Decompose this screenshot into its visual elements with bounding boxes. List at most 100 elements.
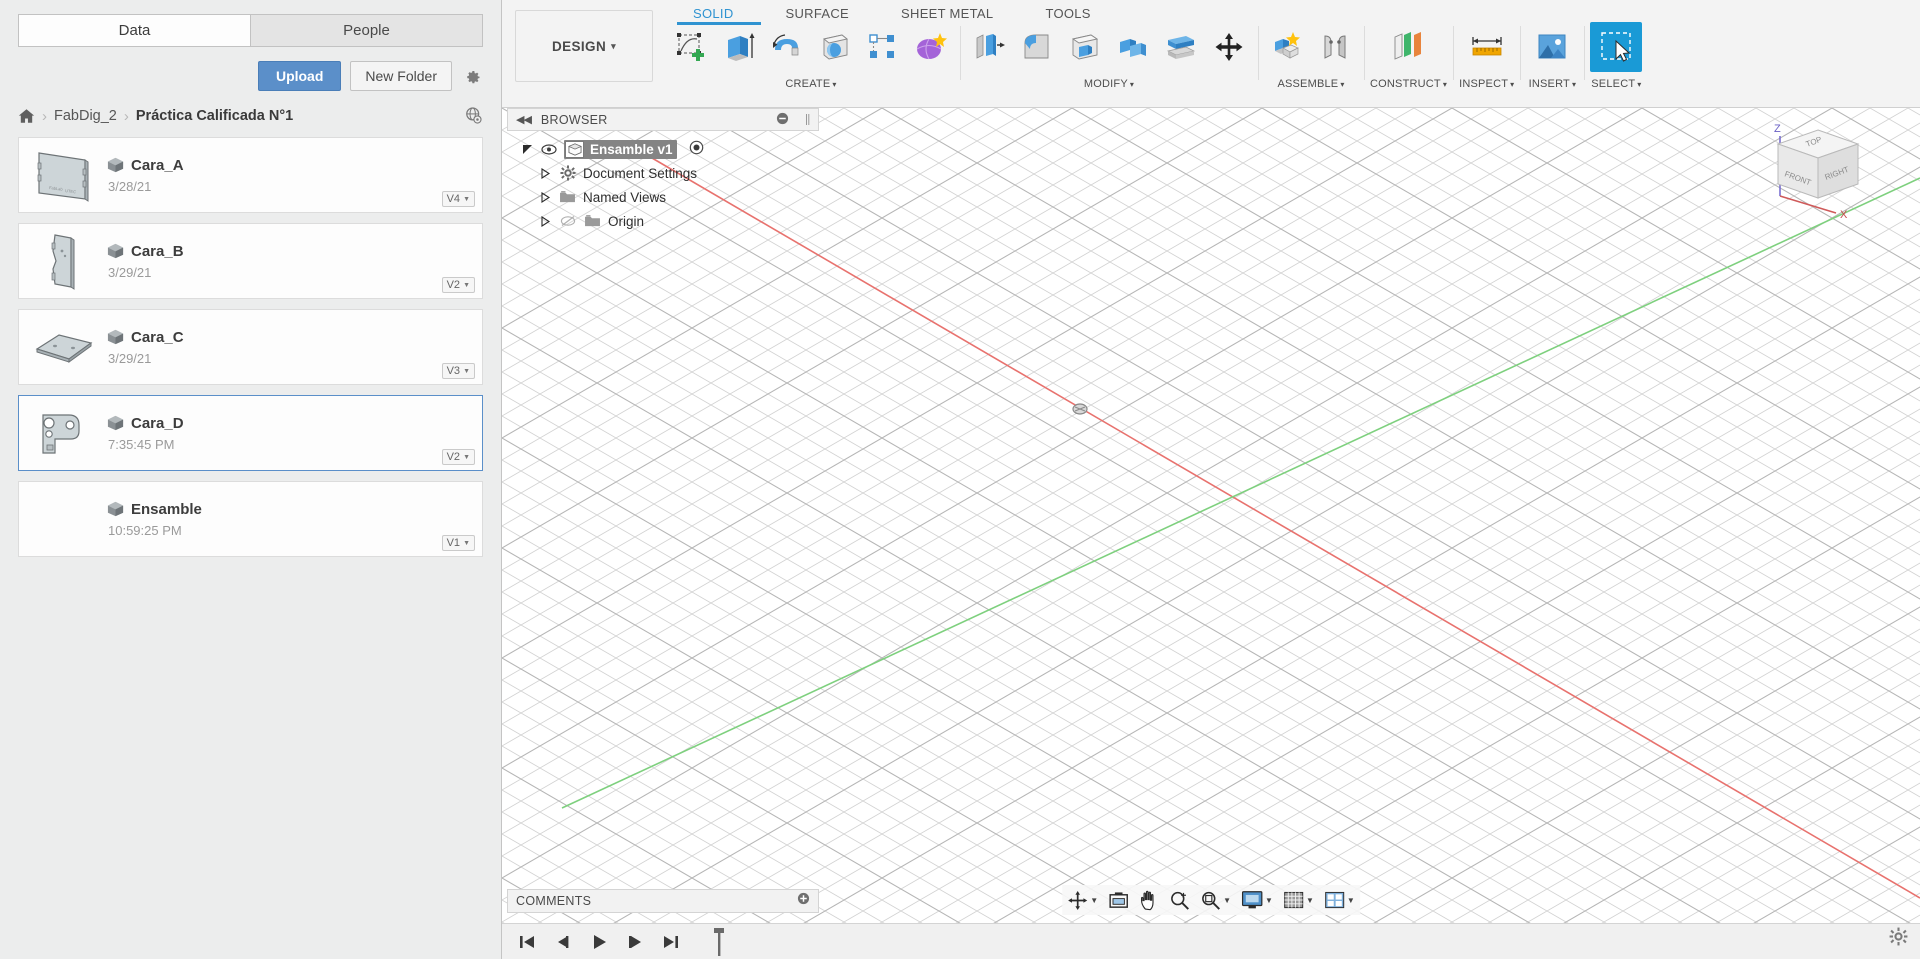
new-folder-button[interactable]: New Folder [350, 60, 452, 91]
go-to-end-icon[interactable] [658, 929, 684, 955]
component-cube-icon [107, 415, 124, 431]
chevron-down-icon: ▾ [1129, 80, 1135, 89]
pattern-icon[interactable] [860, 22, 906, 72]
go-to-beginning-icon[interactable] [514, 929, 540, 955]
comments-panel[interactable]: COMMENTS [507, 889, 819, 913]
file-meta: Cara_A 3/28/21 [105, 138, 482, 212]
group-select-label[interactable]: SELECT ▾ [1591, 78, 1641, 90]
expand-arrow-icon[interactable] [539, 215, 552, 227]
step-forward-icon[interactable] [622, 929, 648, 955]
component-cube-icon [107, 501, 124, 517]
fillet-icon[interactable] [1014, 22, 1060, 72]
joint-icon[interactable] [1312, 22, 1358, 72]
group-modify-label[interactable]: MODIFY ▾ [1084, 78, 1134, 90]
split-face-icon[interactable] [1158, 22, 1204, 72]
file-card-cara-c[interactable]: Cara_C 3/29/21 V3 ▼ [18, 309, 483, 385]
minus-circle-icon[interactable] [776, 112, 789, 128]
file-card-cara-a[interactable]: FabLab UTEC Cara_A 3/28/21 V4 ▼ [18, 137, 483, 213]
zoom-icon[interactable] [1164, 886, 1195, 914]
visibility-eye-icon[interactable] [540, 143, 558, 155]
file-thumbnail [19, 396, 105, 470]
workspace-switcher[interactable]: DESIGN ▾ [515, 10, 653, 82]
file-date: 3/29/21 [108, 264, 152, 280]
expand-arrow-icon[interactable] [539, 167, 552, 179]
sphere-icon[interactable] [812, 22, 858, 72]
group-insert-label[interactable]: INSERT ▾ [1529, 78, 1577, 90]
file-name: Cara_C [131, 328, 184, 346]
chevron-down-icon: ▼ [463, 281, 470, 289]
display-settings-icon[interactable]: ▼ [1236, 886, 1278, 914]
file-card-ensamble[interactable]: Ensamble 10:59:25 PM V1 ▼ [18, 481, 483, 557]
group-inspect-label[interactable]: INSPECT ▾ [1459, 78, 1514, 90]
version-dropdown[interactable]: V1 ▼ [441, 535, 475, 551]
move-copy-icon[interactable] [1206, 22, 1252, 72]
tab-surface[interactable]: SURFACE [760, 6, 876, 21]
fit-icon[interactable]: ▼ [1195, 886, 1236, 914]
version-dropdown[interactable]: V2 ▼ [441, 449, 475, 465]
visibility-hidden-icon[interactable] [558, 215, 577, 227]
ribbon-toolbar: DESIGN ▾ SOLID SURFACE SHEET METAL TOOLS [502, 0, 1920, 108]
version-dropdown[interactable]: V3 ▼ [441, 363, 475, 379]
breadcrumb-item-folder[interactable]: Práctica Calificada N°1 [136, 108, 293, 124]
offset-plane-icon[interactable] [1383, 22, 1435, 72]
chevron-down-icon: ▼ [1090, 895, 1099, 905]
upload-button[interactable]: Upload [257, 60, 342, 91]
breadcrumb-item-project[interactable]: FabDig_2 [54, 108, 117, 124]
view-cube[interactable]: Z X TOP FRONT RIGHT [1758, 118, 1878, 223]
play-icon[interactable] [586, 929, 612, 955]
file-card-cara-b[interactable]: Cara_B 3/29/21 V2 ▼ [18, 223, 483, 299]
pan-icon[interactable] [1134, 886, 1164, 914]
plus-circle-icon[interactable] [797, 892, 810, 910]
expand-arrow-icon[interactable] [521, 144, 534, 155]
version-dropdown[interactable]: V2 ▼ [441, 277, 475, 293]
browser-resize-grip[interactable] [805, 113, 810, 126]
timeline-marker-icon[interactable] [706, 927, 732, 956]
globe-visibility-icon[interactable] [464, 106, 483, 129]
insert-image-icon[interactable] [1526, 22, 1578, 72]
measure-icon[interactable] [1461, 22, 1513, 72]
revolve-icon[interactable] [764, 22, 810, 72]
viewport-canvas[interactable]: ◀◀ BROWSER Ensamble v1 Document Settings… [502, 108, 1920, 923]
view-controls-toolbar: ▼ ▼ ▼ ▼ ▼ [1062, 885, 1360, 915]
tab-data[interactable]: Data [18, 14, 250, 47]
breadcrumb-separator-2: › [123, 107, 129, 125]
tree-node-origin[interactable]: Origin [507, 209, 819, 233]
step-back-icon[interactable] [550, 929, 576, 955]
combine-icon[interactable] [1110, 22, 1156, 72]
tree-node-label: Ensamble v1 [590, 141, 673, 157]
select-arrow-icon[interactable] [1590, 22, 1643, 72]
extrude-icon[interactable] [716, 22, 762, 72]
grid-snaps-icon[interactable]: ▼ [1278, 886, 1319, 914]
tree-node-selected-label[interactable]: Ensamble v1 [564, 139, 677, 159]
tab-solid[interactable]: SOLID [667, 6, 760, 21]
gear-icon[interactable] [1889, 927, 1908, 951]
file-title: Ensamble [107, 501, 482, 518]
tree-node-named-views[interactable]: Named Views [507, 185, 819, 209]
form-icon[interactable] [908, 22, 954, 72]
gear-icon[interactable] [461, 65, 483, 87]
group-create-label[interactable]: CREATE ▾ [785, 78, 836, 90]
group-construct-label[interactable]: CONSTRUCT ▾ [1370, 78, 1447, 90]
viewports-icon[interactable]: ▼ [1319, 886, 1360, 914]
group-label-text: MODIFY [1083, 78, 1128, 90]
shell-icon[interactable] [1062, 22, 1108, 72]
browser-title: BROWSER [540, 112, 608, 127]
press-pull-icon[interactable] [966, 22, 1012, 72]
new-component-icon[interactable] [1264, 22, 1310, 72]
tab-sheet-metal[interactable]: SHEET METAL [875, 6, 1019, 21]
version-dropdown[interactable]: V4 ▼ [441, 191, 475, 207]
create-sketch-icon[interactable] [668, 22, 714, 72]
collapse-left-icon[interactable]: ◀◀ [516, 113, 532, 126]
look-at-icon[interactable] [1103, 886, 1134, 914]
tab-tools[interactable]: TOOLS [1019, 6, 1116, 21]
tree-node-document-settings[interactable]: Document Settings [507, 161, 819, 185]
tree-node-ensamble[interactable]: Ensamble v1 [507, 137, 819, 161]
orbit-icon[interactable]: ▼ [1062, 886, 1103, 914]
expand-arrow-icon[interactable] [539, 191, 552, 203]
group-assemble-label[interactable]: ASSEMBLE ▾ [1277, 78, 1344, 90]
component-activate-radio[interactable] [689, 140, 704, 158]
file-card-cara-d[interactable]: Cara_D 7:35:45 PM V2 ▼ [18, 395, 483, 471]
tab-people[interactable]: People [250, 14, 483, 47]
group-label-text: CONSTRUCT [1370, 78, 1441, 90]
home-icon[interactable] [18, 108, 35, 124]
